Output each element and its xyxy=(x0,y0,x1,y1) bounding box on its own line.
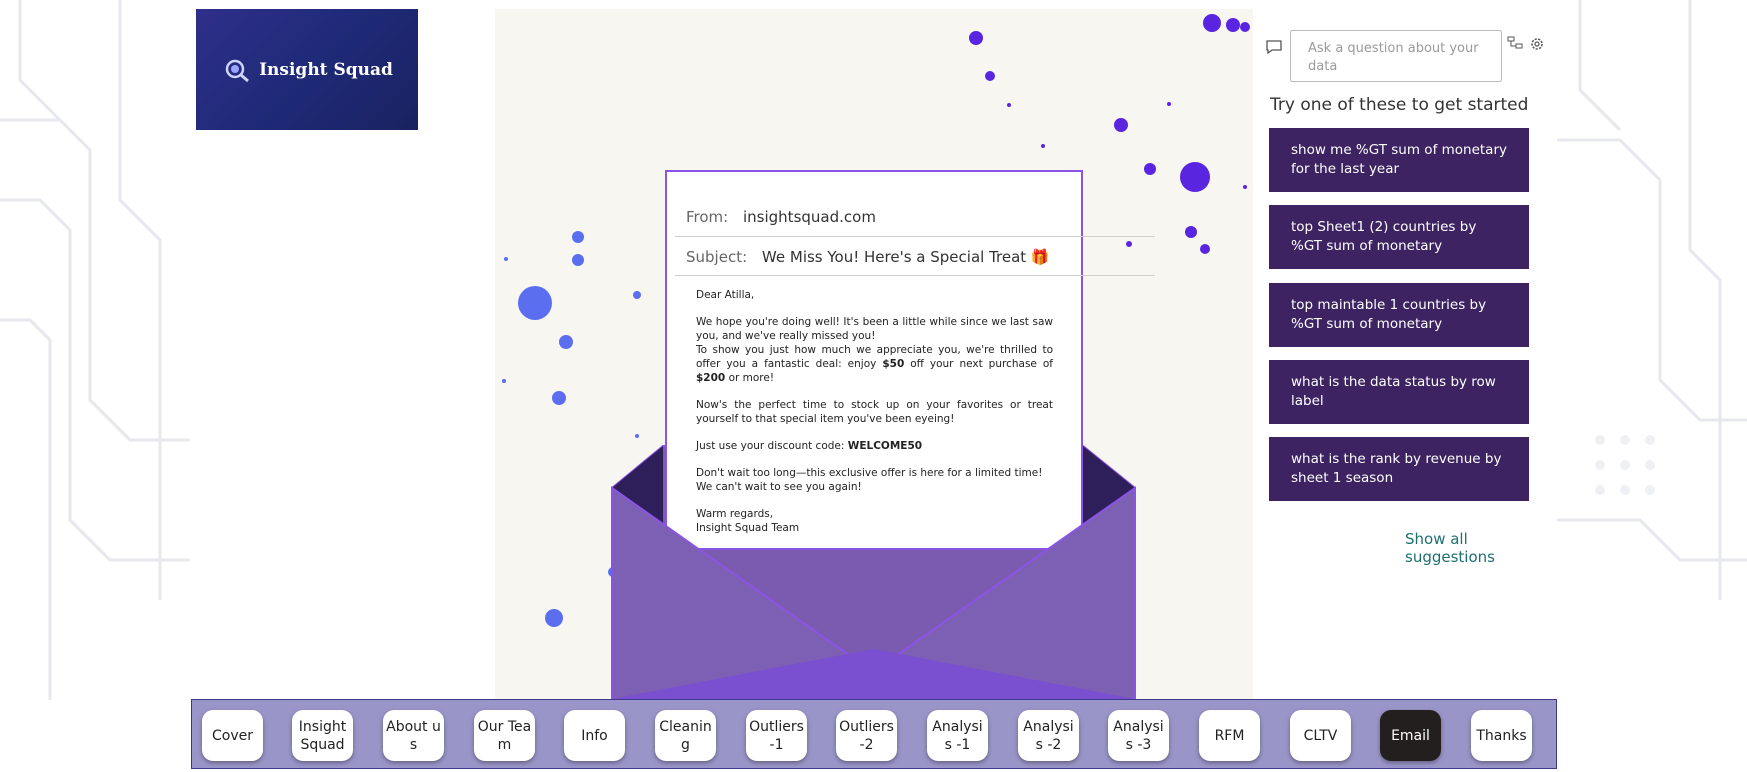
nav-cover[interactable]: Cover xyxy=(202,710,263,761)
suggestion-button[interactable]: what is the rank by revenue by sheet 1 s… xyxy=(1269,437,1529,501)
show-all-suggestions-link[interactable]: Show all suggestions xyxy=(1405,530,1557,566)
nav-cltv[interactable]: CLTV xyxy=(1290,710,1351,761)
nav-info[interactable]: Info xyxy=(564,710,625,761)
nav-analysis-2[interactable]: Analysis -2 xyxy=(1018,710,1079,761)
page-navigation-bar: Cover Insight Squad About us Our Team In… xyxy=(191,699,1557,769)
qa-heading: Try one of these to get started xyxy=(1270,95,1529,115)
envelope-front xyxy=(611,486,1136,699)
nav-thanks[interactable]: Thanks xyxy=(1471,710,1532,761)
nav-about-us[interactable]: About us xyxy=(383,710,444,761)
nav-cleaning[interactable]: Cleaning xyxy=(655,710,716,761)
nav-outliers-2[interactable]: Outliers -2 xyxy=(836,710,897,761)
gear-icon[interactable] xyxy=(1529,36,1545,52)
nav-outliers-1[interactable]: Outliers -1 xyxy=(746,710,807,761)
nav-rfm[interactable]: RFM xyxy=(1199,710,1260,761)
nav-email[interactable]: Email xyxy=(1380,710,1441,761)
qa-question-input[interactable]: Ask a question about your data xyxy=(1290,30,1502,82)
chat-bubble-icon[interactable] xyxy=(1265,39,1283,55)
nav-insight-squad[interactable]: Insight Squad xyxy=(292,710,353,761)
email-visual-stage: From: insightsquad.com Subject: We Miss … xyxy=(495,9,1253,699)
logo-text: Insight Squad xyxy=(259,59,393,80)
suggestion-button[interactable]: what is the data status by row label xyxy=(1269,360,1529,424)
hierarchy-icon[interactable] xyxy=(1507,36,1523,50)
suggestion-button[interactable]: show me %GT sum of monetary for the last… xyxy=(1269,128,1529,192)
nav-our-team[interactable]: Our Team xyxy=(474,710,535,761)
magnifier-logo-icon xyxy=(225,59,250,82)
nav-analysis-3[interactable]: Analysis -3 xyxy=(1108,710,1169,761)
qa-panel: Ask a question about your data Try one o… xyxy=(1253,9,1557,699)
suggestion-button[interactable]: top maintable 1 countries by %GT sum of … xyxy=(1269,283,1529,347)
qa-toolbar xyxy=(1507,36,1545,52)
insight-squad-logo: Insight Squad xyxy=(196,9,418,130)
nav-analysis-1[interactable]: Analysis -1 xyxy=(927,710,988,761)
suggestion-button[interactable]: top Sheet1 (2) countries by %GT sum of m… xyxy=(1269,205,1529,269)
